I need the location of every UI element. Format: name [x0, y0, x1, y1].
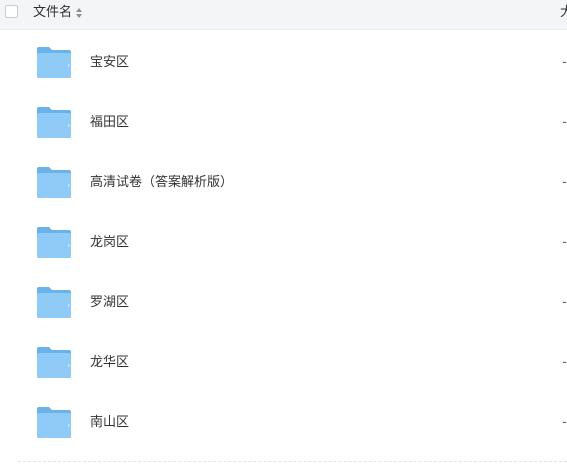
folder-icon: [37, 227, 71, 258]
folder-icon: [37, 407, 71, 438]
column-header-filename[interactable]: 文件名: [33, 5, 72, 21]
list-item[interactable]: 宝安区 -: [0, 33, 567, 93]
list-item[interactable]: 福田区 -: [0, 93, 567, 153]
folder-icon: [37, 47, 71, 78]
file-size: -: [562, 355, 567, 370]
list-item[interactable]: 罗湖区 -: [0, 273, 567, 333]
select-all-checkbox[interactable]: [5, 5, 18, 18]
file-size: -: [562, 115, 567, 130]
file-name[interactable]: 南山区: [90, 415, 129, 431]
folder-icon: [37, 287, 71, 318]
list-item[interactable]: 南山区 -: [0, 393, 567, 453]
list-item[interactable]: 龙华区 -: [0, 333, 567, 393]
sort-icon[interactable]: [75, 7, 83, 19]
folder-icon: [37, 167, 71, 198]
column-header-size[interactable]: 大: [560, 5, 567, 21]
file-size: -: [562, 175, 567, 190]
file-name[interactable]: 龙华区: [90, 355, 129, 371]
list-header: 文件名 大: [0, 0, 567, 30]
file-size: -: [562, 415, 567, 430]
file-size: -: [562, 235, 567, 250]
list-divider: [18, 461, 567, 462]
file-name[interactable]: 高清试卷（答案解析版）: [90, 175, 233, 191]
file-name[interactable]: 龙岗区: [90, 235, 129, 251]
file-name[interactable]: 宝安区: [90, 55, 129, 71]
list-item[interactable]: 高清试卷（答案解析版） -: [0, 153, 567, 213]
file-size: -: [562, 55, 567, 70]
folder-icon: [37, 107, 71, 138]
file-size: -: [562, 295, 567, 310]
file-name[interactable]: 福田区: [90, 115, 129, 131]
file-list-panel: 文件名 大 宝安区 - 福田区 - 高清试卷（答案解析版） - 龙岗区 - 罗湖…: [0, 0, 567, 467]
list-item[interactable]: 龙岗区 -: [0, 213, 567, 273]
file-list: 宝安区 - 福田区 - 高清试卷（答案解析版） - 龙岗区 - 罗湖区 - 龙华…: [0, 33, 567, 453]
file-name[interactable]: 罗湖区: [90, 295, 129, 311]
folder-icon: [37, 347, 71, 378]
